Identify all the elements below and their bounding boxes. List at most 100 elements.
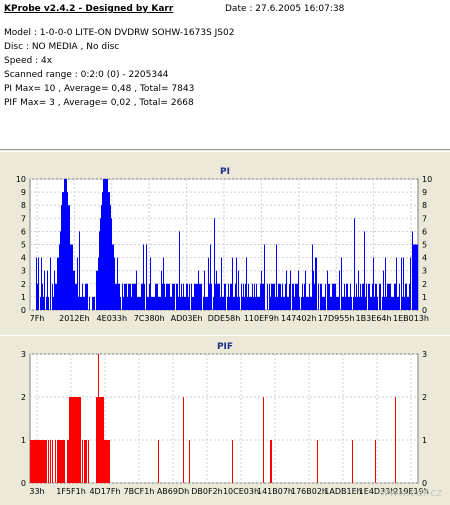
pif-bar: [68, 440, 69, 483]
pi-bar: [383, 270, 384, 310]
pi-bar: [37, 283, 38, 310]
pi-ytick-right: 3: [422, 267, 427, 276]
pi-ytick-left: 5: [21, 241, 26, 250]
pi-bar: [343, 296, 344, 310]
pi-bar: [103, 179, 104, 310]
pif-bar: [107, 440, 108, 483]
pi-bar: [406, 283, 407, 310]
pi-bar: [365, 296, 366, 310]
pi-bar: [207, 296, 208, 310]
pif-bar: [59, 440, 60, 483]
pi-bar: [394, 283, 395, 310]
pi-bar: [120, 296, 121, 310]
pif-bar: [77, 397, 78, 483]
pif-bar: [55, 440, 56, 483]
pif-bar: [41, 440, 42, 483]
pi-bar: [199, 283, 200, 310]
pi-bar: [89, 296, 90, 310]
pif-bar: [64, 440, 65, 483]
pi-bar: [347, 283, 348, 310]
pif-bar: [375, 440, 376, 483]
pi-bar: [50, 257, 51, 310]
pif-bar: [82, 440, 83, 483]
pi-bar: [52, 283, 53, 310]
pi-xtick: 1B3E64h: [356, 314, 392, 323]
pif-bar: [109, 440, 110, 483]
pi-bar: [158, 296, 159, 310]
pif-xtick: 4D17Fh: [89, 487, 120, 496]
pi-bar: [208, 257, 209, 310]
pi-bar: [229, 296, 230, 310]
pi-bar: [339, 270, 340, 310]
pi-bar: [354, 218, 355, 310]
pif-bar: [86, 440, 87, 483]
pi-bar: [124, 283, 125, 310]
pi-ytick-left: 7: [21, 214, 26, 223]
pi-bar: [123, 296, 124, 310]
pi-bar: [70, 244, 71, 310]
pi-bar: [223, 296, 224, 310]
pi-ytick-left: 9: [21, 188, 26, 197]
pi-bar: [42, 283, 43, 310]
pif-bar: [105, 440, 106, 483]
pif-bar: [79, 397, 80, 483]
pif-xtick: 1ADB1Eh: [324, 487, 361, 496]
pi-bar: [201, 283, 202, 310]
pi-bar: [276, 244, 277, 310]
pi-bar: [125, 283, 126, 310]
pi-bar: [294, 296, 295, 310]
pi-bar: [132, 283, 133, 310]
pi-bar: [98, 257, 99, 310]
app-title: KProbe v2.4.2 - Designed by Karr: [4, 4, 174, 14]
pi-summary-line: PI Max= 10 , Average= 0,48 , Total= 7843: [4, 84, 195, 94]
pi-bar: [115, 283, 116, 310]
pi-bar: [215, 283, 216, 310]
pif-bar: [38, 440, 39, 483]
pif-xtick: 33h: [29, 487, 44, 496]
pif-bar: [32, 440, 33, 483]
pi-bar: [322, 296, 323, 310]
pi-bar: [53, 296, 54, 310]
pi-bar: [82, 283, 83, 310]
pi-bar: [392, 296, 393, 310]
pi-bar: [344, 283, 345, 310]
pi-ytick-left: 0: [21, 306, 26, 315]
pi-bar: [396, 257, 397, 310]
pi-bar: [147, 296, 148, 310]
pi-ytick-left: 4: [21, 254, 26, 263]
pi-bar: [250, 296, 251, 310]
pi-bar: [332, 283, 333, 310]
pi-bar: [327, 270, 328, 310]
pif-bar: [102, 397, 103, 483]
pi-bar: [65, 179, 66, 310]
pif-bar: [50, 440, 51, 483]
pi-bar: [356, 283, 357, 310]
pi-bar: [140, 296, 141, 310]
pi-bar: [62, 192, 63, 310]
pi-bar: [376, 283, 377, 310]
pi-bar: [157, 283, 158, 310]
pif-bar: [44, 440, 45, 483]
pi-bar: [374, 296, 375, 310]
pi-bar: [278, 283, 279, 310]
pif-chart: 0 01 12 23 333h 1F5F1h 4D17Fh 7BCF1h AB69Dh DB0F2…: [21, 350, 429, 496]
pi-bar: [304, 283, 305, 310]
pi-bar: [75, 283, 76, 310]
pi-bar: [184, 296, 185, 310]
pi-bar: [122, 283, 123, 310]
pi-bar: [399, 283, 400, 310]
pif-bar: [183, 397, 184, 483]
pi-bar: [86, 283, 87, 310]
pi-bar: [270, 296, 271, 310]
pif-bar: [84, 440, 85, 483]
pi-bar: [205, 296, 206, 310]
scan-date: Date : 27.6.2005 16:07:38: [225, 4, 345, 14]
pi-bar: [210, 244, 211, 310]
pi-bar: [361, 296, 362, 310]
pif-xtick: 141B07h: [257, 487, 293, 496]
pi-bar: [302, 283, 303, 310]
pi-bar: [279, 283, 280, 310]
pi-bar: [336, 296, 337, 310]
pi-xtick: 2012Eh: [59, 314, 89, 323]
pif-chart-panel: PIF 0 0 1 1 2 2 3 3 33h 1F5F1h 4D17Fh 7BCF1h AB69Dh D…: [0, 335, 450, 505]
